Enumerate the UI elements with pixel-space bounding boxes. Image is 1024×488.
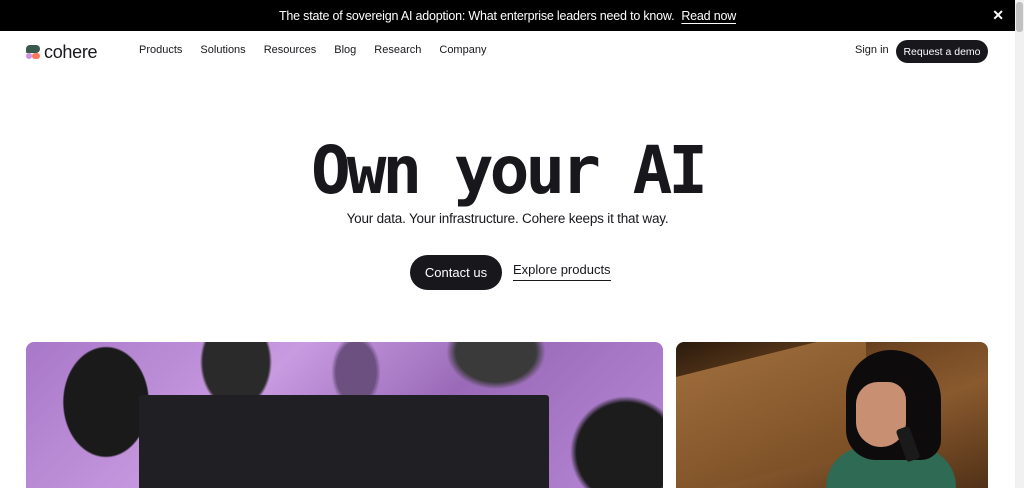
cohere-logo[interactable]: cohere: [26, 42, 98, 63]
announcement-text: The state of sovereign AI adoption: What…: [278, 8, 675, 23]
product-ui-panel: [139, 395, 549, 488]
request-demo-button[interactable]: Request a demo: [896, 40, 988, 63]
top-navigation: cohere Products Solutions Resources Blog…: [0, 31, 1015, 71]
read-now-link[interactable]: Read now: [681, 9, 736, 23]
contact-us-button[interactable]: Contact us: [410, 255, 502, 290]
nav-item-solutions[interactable]: Solutions: [200, 44, 245, 56]
hero-subtitle: Your data. Your infrastructure. Cohere k…: [346, 211, 669, 226]
nav-item-blog[interactable]: Blog: [334, 44, 356, 56]
page-scrollbar[interactable]: [1015, 0, 1024, 488]
product-showcase-image: [26, 342, 663, 488]
sign-in-link[interactable]: Sign in: [855, 44, 889, 56]
person-photo-image: [676, 342, 988, 488]
nav-item-products[interactable]: Products: [139, 44, 182, 56]
nav-item-resources[interactable]: Resources: [264, 44, 317, 56]
explore-products-link[interactable]: Explore products: [513, 262, 611, 281]
logo-text: cohere: [44, 42, 98, 62]
main-menu: Products Solutions Resources Blog Resear…: [139, 44, 504, 56]
announcement-bar: The state of sovereign AI adoption: What…: [0, 0, 1015, 31]
scrollbar-thumb[interactable]: [1016, 2, 1023, 32]
nav-item-research[interactable]: Research: [374, 44, 421, 56]
cohere-logo-icon: [26, 45, 40, 60]
close-icon[interactable]: ✕: [991, 8, 1005, 22]
hero-title: Own your AI: [310, 132, 708, 209]
nav-item-company[interactable]: Company: [439, 44, 486, 56]
